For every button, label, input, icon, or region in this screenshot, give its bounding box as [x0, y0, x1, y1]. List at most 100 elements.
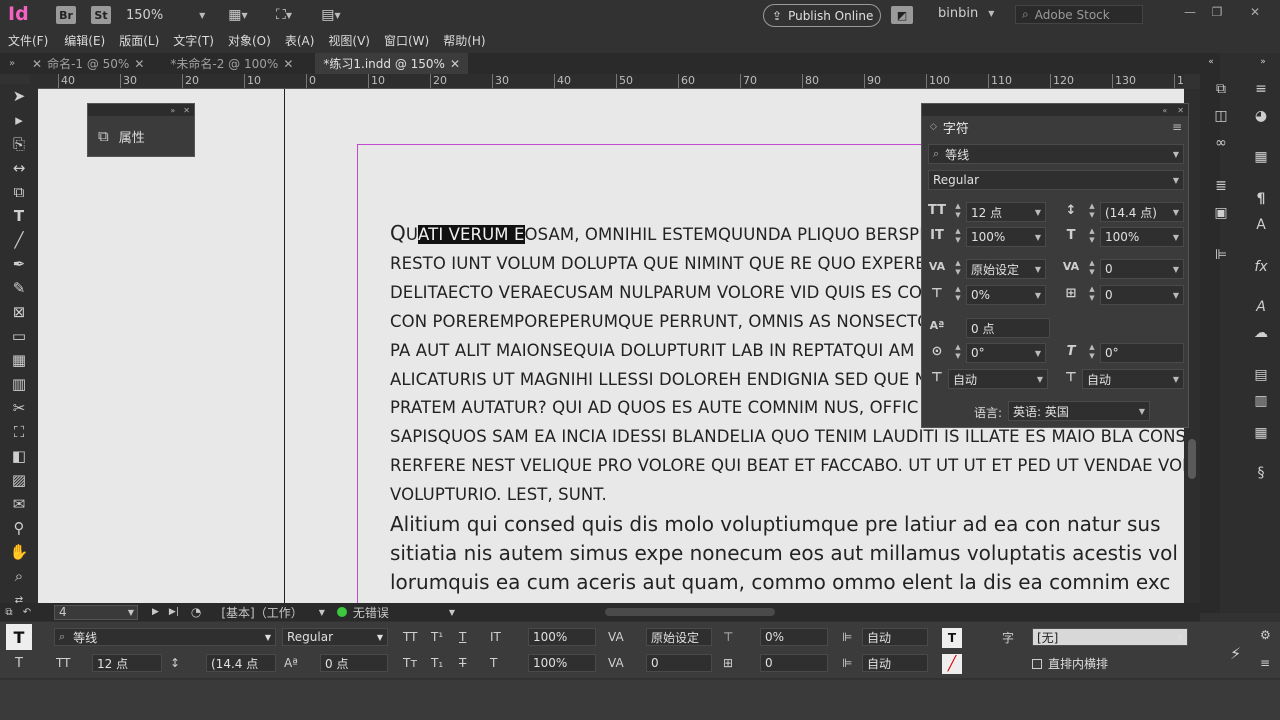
control-baseline-shift[interactable]: 0 点	[320, 654, 388, 672]
control-leading[interactable]: (14.4 点	[206, 654, 276, 672]
character-formatting-icon[interactable]: T	[6, 624, 32, 650]
rectangle-frame-tool-icon[interactable]: ⊠	[0, 300, 38, 324]
small-caps-icon[interactable]: Tт	[403, 656, 417, 670]
language-dropdown[interactable]: 英语: 英国 ▼	[1008, 401, 1150, 421]
glyphs-icon[interactable]: A	[1250, 299, 1272, 317]
color-icon[interactable]: ◕	[1250, 108, 1272, 126]
horizontal-ruler[interactable]: 40 30 20 10 0 10 20 30 40 50 60 70 80 90 100 110 120 130 1…	[30, 74, 1184, 89]
panel-collapse-icon[interactable]: »	[0, 58, 24, 69]
free-transform-tool-icon[interactable]: ⛶	[0, 420, 38, 444]
strikethrough-icon[interactable]: T	[459, 656, 466, 670]
tab-document-3[interactable]: *练习1.indd @ 150% ✕	[315, 53, 468, 74]
eyedropper-tool-icon[interactable]: ⚲	[0, 516, 38, 540]
next-page-icon[interactable]: ▶	[152, 607, 159, 617]
collapse-icon[interactable]: «	[1162, 106, 1167, 115]
table-styles-icon[interactable]: ▦	[1250, 425, 1272, 443]
mojikumi-field[interactable]: 0 ▼	[1100, 285, 1184, 305]
horizontal-scroll-thumb[interactable]	[605, 608, 776, 616]
character-style-dropdown[interactable]: [无] ▼	[1032, 628, 1188, 646]
line-tool-icon[interactable]: ╱	[0, 228, 38, 252]
kerning-field[interactable]: 原始设定 ▼	[966, 259, 1046, 279]
panel-menu-icon[interactable]: ≡	[1172, 120, 1182, 134]
close-icon[interactable]: ✕	[32, 57, 42, 71]
paragraph-formatting-icon[interactable]: T	[6, 654, 32, 672]
control-aki-after[interactable]: 自动	[862, 654, 928, 672]
skew-field[interactable]: 0°	[1100, 343, 1184, 363]
publish-online-button[interactable]: ⇪ Publish Online	[763, 4, 881, 27]
control-horizontal-scale[interactable]: 100%	[528, 654, 596, 672]
stroke-icon[interactable]: ≣	[1210, 178, 1232, 196]
swatches-icon[interactable]: ▦	[1250, 149, 1272, 167]
checkbox-icon[interactable]	[1032, 658, 1042, 669]
mojikumi-stepper[interactable]: ▲ ▼	[1086, 285, 1098, 305]
control-kerning[interactable]: 原始设定	[646, 628, 712, 646]
selection-tool-icon[interactable]: ➤	[0, 84, 38, 108]
links-icon[interactable]: ∞	[1210, 135, 1232, 153]
menu-file[interactable]: 文件(F)	[8, 32, 48, 49]
grid-tool-icon[interactable]: ▥	[0, 372, 38, 396]
bridge-button[interactable]: Br	[56, 6, 76, 24]
close-icon[interactable]: ✕	[283, 57, 293, 71]
control-font-size[interactable]: 12 点	[92, 654, 162, 672]
hscale-stepper[interactable]: ▲ ▼	[1086, 227, 1098, 247]
close-icon[interactable]: ✕	[1177, 106, 1184, 115]
tsume-field[interactable]: 0% ▼	[966, 285, 1046, 305]
view-options-button[interactable]: ▦ ▼	[220, 6, 256, 24]
cc-libraries-icon[interactable]: ☁	[1250, 325, 1272, 343]
superscript-icon[interactable]: T¹	[431, 630, 443, 644]
content-collector-icon[interactable]: ⧉	[0, 180, 38, 204]
baseline-shift-field[interactable]: 0 点	[966, 318, 1050, 338]
last-page-icon[interactable]: ▶|	[169, 607, 179, 617]
share-icon[interactable]: ◩	[891, 6, 913, 24]
underline-icon[interactable]: T	[459, 630, 466, 644]
font-size-field[interactable]: 12 点 ▼	[966, 202, 1046, 222]
scroll-thumb[interactable]	[1188, 439, 1196, 479]
direct-selection-tool-icon[interactable]: ▸	[0, 108, 38, 132]
menu-object[interactable]: 对象(O)	[228, 32, 271, 49]
text-wrap-icon[interactable]: ▣	[1210, 205, 1232, 223]
leading-stepper[interactable]: ▲ ▼	[1086, 202, 1098, 222]
minimize-icon[interactable]: —	[1180, 4, 1200, 20]
chevron-down-icon[interactable]: ▼	[449, 608, 455, 617]
align-icon[interactable]: ⊫	[1210, 247, 1232, 265]
tab-document-2[interactable]: *未命名-2 @ 100% ✕	[162, 53, 301, 74]
page-tool-icon[interactable]: ⎘	[0, 132, 38, 156]
menu-icon[interactable]: ≡	[1250, 81, 1272, 99]
selected-text[interactable]: ATI VERUM E	[418, 225, 525, 244]
stroke-none-icon[interactable]: ╱	[942, 654, 962, 674]
layers-icon[interactable]: ◫	[1210, 108, 1232, 126]
leading-field[interactable]: (14.4 点) ▼	[1100, 202, 1184, 222]
chevron-down-icon[interactable]: ▼	[319, 608, 325, 617]
stock-app-button[interactable]: St	[91, 6, 111, 24]
preflight-status[interactable]: 无错误	[353, 604, 389, 621]
tab-document-1[interactable]: ✕ 命名-1 @ 50% ✕	[24, 53, 152, 74]
user-menu[interactable]: binbin ▼	[938, 6, 994, 21]
menu-help[interactable]: 帮助(H)	[443, 32, 485, 49]
tracking-stepper[interactable]: ▲ ▼	[1086, 259, 1098, 279]
quick-apply-icon[interactable]: ⚡	[1230, 644, 1241, 663]
expand-icon[interactable]: ◇	[930, 122, 937, 132]
rectangle-tool-icon[interactable]: ▭	[0, 324, 38, 348]
font-style-field[interactable]: Regular ▼	[928, 170, 1184, 190]
pencil-tool-icon[interactable]: ✎	[0, 276, 38, 300]
preview-icon[interactable]: ⧉	[0, 607, 18, 618]
menu-table[interactable]: 表(A)	[285, 32, 315, 49]
table-tool-icon[interactable]: ▦	[0, 348, 38, 372]
type-tool-icon[interactable]: T	[0, 204, 38, 228]
arrange-documents-button[interactable]: ▤ ▼	[312, 6, 350, 24]
tracking-field[interactable]: 0 ▼	[1100, 259, 1184, 279]
fx-effects-icon[interactable]: fx	[1250, 259, 1272, 277]
rotation-stepper[interactable]: ▲ ▼	[952, 343, 964, 363]
stock-icon[interactable]: §	[1250, 465, 1272, 483]
character-icon[interactable]: A	[1250, 217, 1272, 235]
kerning-stepper[interactable]: ▲ ▼	[952, 259, 964, 279]
collapse-icon[interactable]: «	[1200, 57, 1222, 75]
collapse-icon[interactable]: »	[170, 106, 175, 115]
tsume-stepper[interactable]: ▲ ▼	[952, 285, 964, 305]
note-tool-icon[interactable]: ✉	[0, 492, 38, 516]
aki-before-field[interactable]: 自动 ▼	[948, 369, 1048, 389]
menu-view[interactable]: 视图(V)	[328, 32, 370, 49]
control-aki-before[interactable]: 自动	[862, 628, 928, 646]
page-number-field[interactable]: 4 ▼	[54, 604, 138, 620]
zoom-tool-icon[interactable]: ⌕	[0, 564, 38, 588]
